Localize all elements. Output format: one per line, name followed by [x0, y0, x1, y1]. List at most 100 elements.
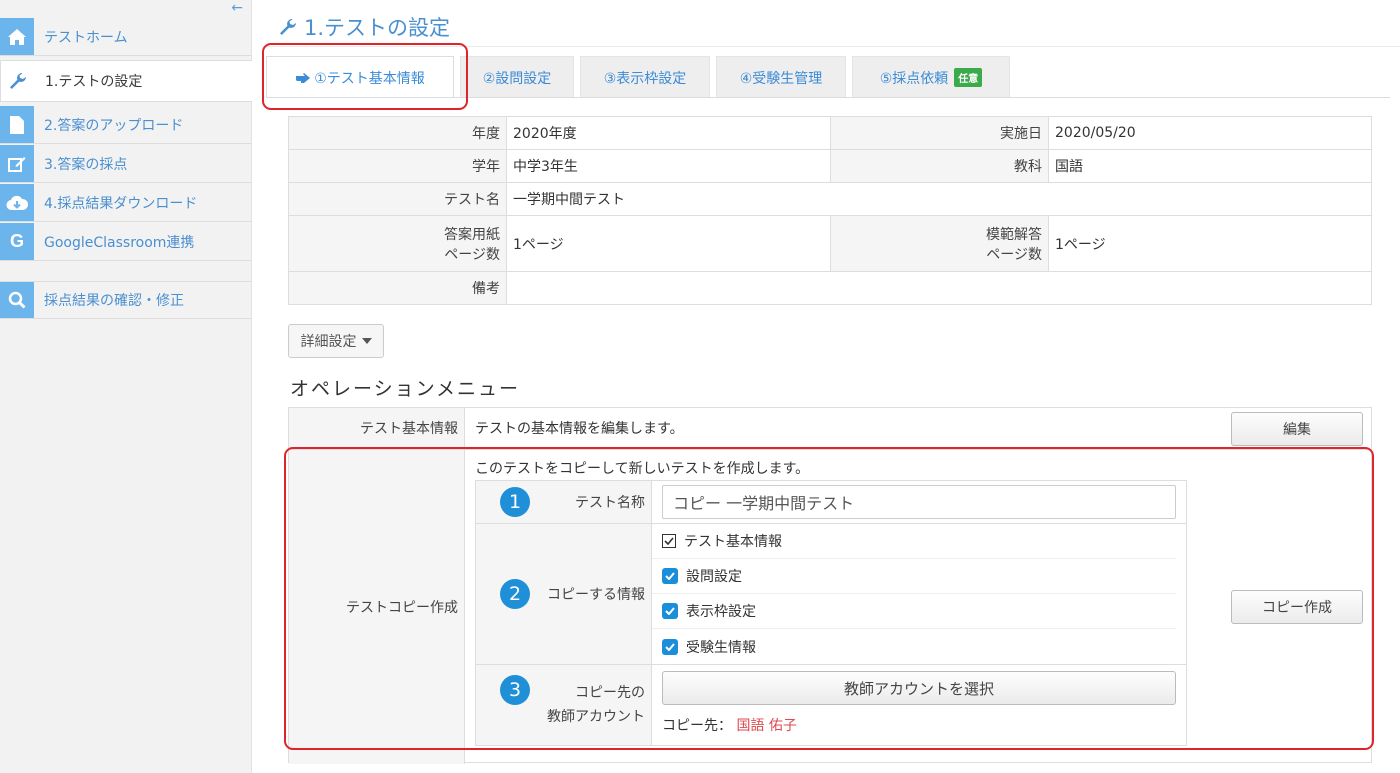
sidebar: ← テストホーム 1.テストの設定 2.答案のアップロード 3.答案の採点 4.… — [0, 0, 252, 773]
copy-teacher-label-cell: 3 コピー先の 教師アカウント — [475, 664, 652, 746]
copy-op-desc: このテストをコピーして新しいテストを作成します。 — [475, 461, 810, 477]
page-title: 1.テストの設定 — [278, 12, 450, 42]
checkbox-label: 表示枠設定 — [686, 604, 756, 620]
sidebar-item-grading[interactable]: 3.答案の採点 — [0, 145, 252, 183]
copy-name-label: テスト名称 — [575, 495, 645, 511]
subject-value: 国語 — [1048, 149, 1372, 183]
tab-label: ②設問設定 — [482, 70, 552, 87]
main-content: 1.テストの設定 ①テスト基本情報 ②設問設定 ③表示枠設定 ④受験生管理 ⑤採… — [252, 0, 1400, 773]
basic-info-op-label: テスト基本情報 — [289, 408, 465, 449]
checkbox-examinee-info[interactable]: 受験生情報 — [652, 629, 1176, 664]
caret-down-icon — [361, 338, 372, 344]
copy-info-label-cell: 2 コピーする情報 — [475, 523, 652, 665]
operation-row-basic-info: テスト基本情報 テストの基本情報を編集します。 編集 — [289, 408, 1371, 450]
checkbox-checked-readonly-icon — [662, 534, 676, 548]
copy-op-label: テストコピー作成 — [289, 450, 465, 764]
copy-destination: コピー先： 国語 佑子 — [652, 709, 1186, 745]
model-pages-label-line2: ページ数 — [986, 246, 1042, 263]
document-icon — [0, 106, 34, 143]
subject-label: 教科 — [830, 149, 1049, 183]
checkbox-label: テスト基本情報 — [684, 534, 782, 550]
answer-pages-label-line1: 答案用紙 — [444, 226, 500, 243]
copy-destination-label: コピー先： — [662, 718, 732, 734]
tab-label: ①テスト基本情報 — [314, 70, 425, 87]
sidebar-item-label: GoogleClassroom連携 — [44, 234, 195, 251]
checkbox-basic-info: テスト基本情報 — [652, 524, 1176, 559]
wrench-icon — [280, 19, 296, 35]
sidebar-item-upload[interactable]: 2.答案のアップロード — [0, 106, 252, 144]
sidebar-item-label: 3.答案の採点 — [44, 156, 128, 173]
checkbox-checked-icon[interactable] — [662, 568, 678, 584]
sidebar-item-label: 採点結果の確認・修正 — [44, 293, 184, 309]
sidebar-item-label: 4.採点結果ダウンロード — [44, 195, 198, 212]
grade-label: 学年 — [288, 149, 507, 183]
year-value: 2020年度 — [506, 116, 831, 150]
step-number-3: 3 — [500, 675, 530, 705]
checkbox-display-frame[interactable]: 表示枠設定 — [652, 594, 1176, 629]
copy-teacher-label-line2: 教師アカウント — [547, 709, 645, 725]
date-label: 実施日 — [830, 116, 1049, 150]
answer-pages-label: 答案用紙 ページ数 — [288, 215, 507, 272]
tab-examinee-management[interactable]: ④受験生管理 — [716, 56, 846, 98]
home-icon — [0, 18, 34, 55]
test-name-label: テスト名 — [288, 182, 507, 216]
answer-pages-value: 1ページ — [506, 215, 831, 272]
detail-settings-label: 詳細設定 — [300, 334, 357, 350]
checkbox-label: 設問設定 — [686, 569, 742, 585]
page-title-text: 1.テストの設定 — [304, 16, 451, 40]
copy-settings-table: 1 テスト名称 コピー 一学期中間テスト 2 コピーする情報 テスト基本情報 設… — [475, 480, 1187, 746]
tab-bar: ①テスト基本情報 ②設問設定 ③表示枠設定 ④受験生管理 ⑤採点依頼 任意 — [266, 56, 1016, 98]
collapse-sidebar-icon[interactable]: ← — [231, 0, 243, 16]
operation-menu-title: オペレーションメニュー — [290, 378, 521, 400]
test-name-value: 一学期中間テスト — [506, 182, 1372, 216]
search-icon — [0, 282, 34, 318]
step-number-1: 1 — [500, 487, 530, 517]
answer-pages-label-line2: ページ数 — [444, 246, 500, 263]
copy-destination-teacher: 国語 佑子 — [736, 718, 797, 734]
grade-value: 中学3年生 — [506, 149, 831, 183]
year-label: 年度 — [288, 116, 507, 150]
tab-basic-info[interactable]: ①テスト基本情報 — [266, 56, 454, 98]
edit-button[interactable]: 編集 — [1231, 412, 1363, 446]
sidebar-item-google-classroom[interactable]: G GoogleClassroom連携 — [0, 223, 252, 261]
google-icon: G — [0, 223, 34, 260]
checkbox-checked-icon[interactable] — [662, 603, 678, 619]
sidebar-item-review[interactable]: 採点結果の確認・修正 — [0, 281, 252, 319]
edit-icon — [0, 145, 34, 182]
cloud-download-icon — [0, 184, 34, 221]
copy-create-button[interactable]: コピー作成 — [1231, 590, 1363, 624]
select-teacher-button[interactable]: 教師アカウントを選択 — [662, 671, 1176, 705]
sidebar-item-download[interactable]: 4.採点結果ダウンロード — [0, 184, 252, 222]
tab-content-border — [266, 97, 1390, 98]
operation-row-copy: テストコピー作成 このテストをコピーして新しいテストを作成します。 1 テスト名… — [289, 450, 1371, 764]
checkbox-checked-icon[interactable] — [662, 638, 678, 655]
tab-grading-request[interactable]: ⑤採点依頼 任意 — [852, 56, 1010, 98]
copy-name-cell: コピー 一学期中間テスト — [651, 480, 1187, 524]
tab-label: ③表示枠設定 — [603, 70, 687, 87]
tab-label: ⑤採点依頼 — [879, 70, 949, 87]
copy-info-label: コピーする情報 — [547, 587, 645, 603]
date-value: 2020/05/20 — [1048, 116, 1372, 150]
sidebar-item-test-settings[interactable]: 1.テストの設定 — [0, 60, 252, 102]
operation-menu-table: テスト基本情報 テストの基本情報を編集します。 編集 テストコピー作成 このテス… — [288, 407, 1372, 764]
tab-display-frame[interactable]: ③表示枠設定 — [580, 56, 710, 98]
optional-badge: 任意 — [954, 68, 983, 87]
tab-question-settings[interactable]: ②設問設定 — [460, 56, 574, 98]
title-divider — [266, 46, 1400, 47]
copy-teacher-cell: 教師アカウントを選択 コピー先： 国語 佑子 — [651, 664, 1187, 746]
model-pages-label-line1: 模範解答 — [986, 226, 1042, 243]
note-label: 備考 — [288, 271, 507, 305]
checkbox-question-settings[interactable]: 設問設定 — [652, 559, 1176, 594]
basic-info-table: 年度 2020年度 実施日 2020/05/20 学年 中学3年生 教科 国語 … — [288, 116, 1372, 305]
wrench-icon — [1, 61, 35, 101]
copy-info-cell: テスト基本情報 設問設定 表示枠設定 受験生情報 — [651, 523, 1187, 665]
test-name-input[interactable]: コピー 一学期中間テスト — [662, 485, 1176, 519]
tab-label: ④受験生管理 — [739, 70, 823, 87]
checkbox-label: 受験生情報 — [686, 639, 756, 656]
sidebar-item-label: 1.テストの設定 — [45, 74, 143, 90]
detail-settings-button[interactable]: 詳細設定 — [288, 324, 384, 358]
basic-info-op-desc: テストの基本情報を編集します。 — [475, 421, 684, 437]
pointing-hand-icon — [296, 72, 311, 83]
note-value — [506, 271, 1372, 305]
sidebar-item-test-home[interactable]: テストホーム — [0, 18, 252, 56]
